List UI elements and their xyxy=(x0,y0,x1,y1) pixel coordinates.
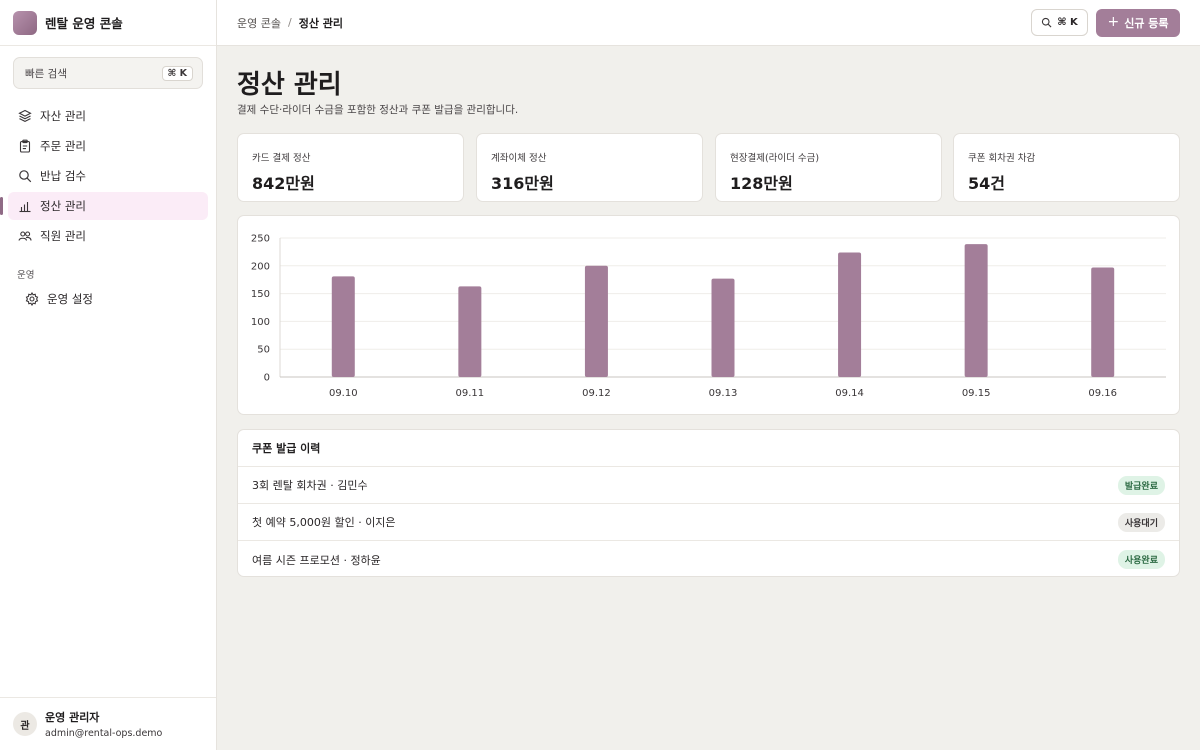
chart-bar xyxy=(458,286,482,377)
coupon-row[interactable]: 3회 렌탈 회차권 · 김민수 발급완료 xyxy=(238,467,1179,504)
stat-label: 계좌이체 정산 xyxy=(491,153,547,164)
y-tick-label: 250 xyxy=(251,234,270,245)
stat-value: 316만원 xyxy=(491,174,554,193)
status-badge: 발급완료 xyxy=(1117,475,1165,495)
y-tick-label: 0 xyxy=(264,373,270,384)
plus-icon: + xyxy=(1107,14,1120,30)
settlement-chart-card: 0 50 100 150 200 250 09.10 09.11 09.12 09.13 09.14… xyxy=(237,215,1180,415)
breadcrumb-current: 정산 관리 xyxy=(298,16,344,30)
sidebar: 렌탈 운영 콘솔 빠른 검색 ⌘ K 자산 관리 주문 관리 반납 검수 정산 … xyxy=(0,0,217,750)
stat-label: 현장결제(라이더 수금) xyxy=(730,153,820,164)
sidebar-item-label: 주문 관리 xyxy=(40,139,86,153)
search-icon xyxy=(1041,17,1052,28)
x-tick-label: 09.13 xyxy=(709,388,738,399)
clipboard-icon xyxy=(18,139,32,153)
quick-search-label: 빠른 검색 xyxy=(25,67,67,80)
chart-bar xyxy=(331,276,355,377)
user-email: admin@rental-ops.demo xyxy=(45,728,163,739)
sidebar-item-returns[interactable]: 반납 검수 xyxy=(8,162,208,190)
new-entry-button[interactable]: + 신규 등록 xyxy=(1096,9,1180,37)
page-title: 정산 관리 xyxy=(237,70,342,100)
status-badge: 사용완료 xyxy=(1117,550,1165,569)
stat-value: 842만원 xyxy=(252,174,315,193)
y-tick-label: 50 xyxy=(257,345,270,356)
coupon-row-text: 3회 렌탈 회차권 · 김민수 xyxy=(252,479,368,492)
layers-icon xyxy=(18,109,32,123)
page-description: 결제 수단·라이더 수금을 포함한 정산과 쿠폰 발급을 관리합니다. xyxy=(237,104,519,116)
sidebar-item-staff[interactable]: 직원 관리 xyxy=(8,222,208,250)
x-tick-label: 09.10 xyxy=(329,388,358,399)
x-tick-label: 09.15 xyxy=(962,388,991,399)
command-shortcut: ⌘ K xyxy=(1057,17,1078,28)
stat-label: 카드 결제 정산 xyxy=(252,153,311,164)
sidebar-item-label: 정산 관리 xyxy=(40,199,86,213)
sidebar-item-ops-settings[interactable]: 운영 설정 xyxy=(16,287,208,311)
chart-bar xyxy=(838,252,862,377)
coupon-history-card: 쿠폰 발급 이력 3회 렌탈 회차권 · 김민수 발급완료 첫 예약 5,000… xyxy=(237,429,1180,577)
users-icon xyxy=(18,229,32,243)
sidebar-item-label: 직원 관리 xyxy=(40,229,86,243)
chart-bar xyxy=(1091,267,1115,377)
coupon-row[interactable]: 여름 시즌 프로모션 · 정하윤 사용완료 xyxy=(238,541,1179,578)
stat-card-onsite-payment: 현장결제(라이더 수금) 128만원 xyxy=(715,133,942,202)
quick-search-shortcut: ⌘ K xyxy=(161,65,193,81)
stat-value: 128만원 xyxy=(730,174,793,193)
y-tick-label: 200 xyxy=(251,261,270,272)
new-entry-label: 신규 등록 xyxy=(1124,17,1169,30)
search-icon xyxy=(18,169,32,183)
breadcrumb: 운영 콘솔 / 정산 관리 xyxy=(237,15,343,31)
stat-label: 쿠폰 회차권 차감 xyxy=(968,153,1036,164)
settlement-bar-chart: 0 50 100 150 200 250 09.10 09.11 09.12 09.13 09.14… xyxy=(251,234,1166,399)
coupon-history-title: 쿠폰 발급 이력 xyxy=(238,430,1179,467)
x-tick-label: 09.14 xyxy=(835,388,864,399)
quick-search-button[interactable]: 빠른 검색 ⌘ K xyxy=(13,57,203,89)
brand[interactable]: 렌탈 운영 콘솔 xyxy=(0,0,216,46)
sidebar-item-settlement[interactable]: 정산 관리 xyxy=(0,192,208,220)
sidebar-item-assets[interactable]: 자산 관리 xyxy=(8,102,208,130)
sidebar-item-label: 반납 검수 xyxy=(40,169,86,183)
sidebar-item-label: 자산 관리 xyxy=(40,109,86,123)
x-tick-label: 09.12 xyxy=(582,388,611,399)
bar-chart-icon xyxy=(18,199,32,213)
chart-bar xyxy=(584,265,608,377)
sidebar-item-orders[interactable]: 주문 관리 xyxy=(8,132,208,160)
gear-icon xyxy=(25,292,39,306)
coupon-row-text: 여름 시즌 프로모션 · 정하윤 xyxy=(252,553,381,567)
x-tick-label: 09.16 xyxy=(1088,388,1117,399)
user-profile[interactable]: 관 운영 관리자 admin@rental-ops.demo xyxy=(0,697,216,750)
user-name: 운영 관리자 xyxy=(45,711,100,724)
y-tick-label: 100 xyxy=(251,317,270,328)
stat-value: 54건 xyxy=(968,174,1005,193)
brand-logo xyxy=(13,10,37,35)
sidebar-settings-label: 운영 설정 xyxy=(47,292,93,306)
sidebar-section-label: 운영 xyxy=(17,270,35,281)
status-badge: 사용대기 xyxy=(1117,512,1165,532)
avatar: 관 xyxy=(13,712,37,736)
coupon-row-text: 첫 예약 5,000원 할인 · 이지은 xyxy=(252,516,396,529)
sidebar-nav: 자산 관리 주문 관리 반납 검수 정산 관리 직원 관리 xyxy=(0,102,208,252)
stat-card-coupon-deduction: 쿠폰 회차권 차감 54건 xyxy=(953,133,1180,202)
topbar: 운영 콘솔 / 정산 관리 ⌘ K + 신규 등록 xyxy=(217,0,1200,46)
command-search-button[interactable]: ⌘ K xyxy=(1031,9,1088,36)
brand-name: 렌탈 운영 콘솔 xyxy=(45,16,123,31)
chart-bar xyxy=(711,278,735,377)
x-tick-label: 09.11 xyxy=(456,388,485,399)
coupon-row[interactable]: 첫 예약 5,000원 할인 · 이지은 사용대기 xyxy=(238,504,1179,541)
stat-card-card-payment: 카드 결제 정산 842만원 xyxy=(237,133,464,202)
stat-card-bank-transfer: 계좌이체 정산 316만원 xyxy=(476,133,703,202)
chart-bar xyxy=(964,244,988,377)
y-tick-label: 150 xyxy=(251,289,270,300)
breadcrumb-separator: / xyxy=(287,16,292,29)
breadcrumb-item[interactable]: 운영 콘솔 xyxy=(237,15,281,31)
